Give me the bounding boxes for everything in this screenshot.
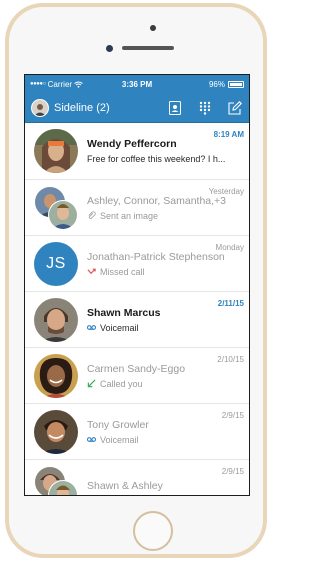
timestamp: 2/10/15 [217, 355, 244, 364]
message-preview: Voicemail [100, 434, 139, 445]
conversation-row[interactable]: JS Jonathan-Patrick Stephenson Missed ca… [25, 236, 249, 292]
message-preview: Called you [100, 378, 143, 389]
contacts-icon [169, 100, 181, 115]
conversation-row[interactable]: Ashley, Connor, Samantha,+3 Sent an imag… [25, 180, 249, 236]
avatar [34, 353, 78, 398]
group-avatar [34, 186, 78, 230]
timestamp: 8:19 AM [213, 130, 244, 139]
avatar [34, 297, 78, 342]
contact-name: Shawn & Ashley [87, 479, 163, 492]
voicemail-icon [87, 437, 96, 442]
timestamp: 2/9/15 [221, 467, 244, 476]
status-bar: ●●●●○ Carrier 3:36 PM 96% [25, 75, 249, 93]
profile-avatar[interactable] [31, 98, 49, 117]
timestamp: Monday [215, 243, 244, 252]
conversation-row[interactable]: Tony Growler Voicemail 2/9/15 [25, 404, 249, 460]
carrier-label: Carrier [47, 79, 73, 89]
wifi-icon [74, 81, 83, 88]
contacts-button[interactable] [167, 100, 183, 116]
message-preview: Missed call [100, 266, 145, 277]
battery-percent: 96% [208, 79, 225, 89]
initials-avatar: JS [34, 241, 78, 286]
compose-button[interactable] [227, 100, 243, 116]
timestamp: Yesterday [208, 187, 244, 196]
earpiece-speaker [122, 46, 174, 50]
contact-name: Jonathan-Patrick Stephenson [87, 250, 225, 263]
conversation-row[interactable]: Shawn & Ashley 2/9/15 [25, 460, 249, 495]
proximity-sensor [150, 25, 156, 31]
timestamp: 2/9/15 [221, 411, 244, 420]
conversation-row[interactable]: Shawn Marcus Voicemail 2/11/15 [25, 292, 249, 348]
compose-icon [228, 100, 242, 115]
contact-name: Ashley, Connor, Samantha,+3 [87, 194, 227, 207]
incoming-call-icon [87, 379, 96, 388]
contact-name: Carmen Sandy-Eggo [87, 362, 186, 375]
home-button[interactable] [133, 511, 173, 551]
dialpad-button[interactable] [197, 100, 213, 116]
front-camera [106, 45, 113, 52]
contact-name: Shawn Marcus [87, 306, 161, 319]
signal-strength-icon: ●●●●○ [30, 81, 46, 87]
contact-name: Tony Growler [87, 418, 149, 431]
message-preview: Sent an image [100, 210, 159, 221]
paperclip-icon [88, 211, 96, 220]
conversation-list: Wendy Peffercorn Free for coffee this we… [25, 123, 249, 495]
voicemail-icon [87, 325, 96, 330]
missed-call-icon [87, 268, 96, 275]
app-screen: ●●●●○ Carrier 3:36 PM 96% Sideline (2) W… [24, 74, 250, 496]
timestamp: 2/11/15 [217, 299, 244, 308]
avatar [34, 129, 78, 173]
dialpad-icon [199, 101, 211, 115]
message-preview: Voicemail [100, 322, 139, 333]
message-preview: Free for coffee this weekend? I h... [87, 154, 226, 164]
conversation-row[interactable]: Wendy Peffercorn Free for coffee this we… [25, 123, 249, 180]
contact-name: Wendy Peffercorn [87, 138, 177, 150]
conversation-row[interactable]: Carmen Sandy-Eggo Called you 2/10/15 [25, 348, 249, 404]
nav-title[interactable]: Sideline (2) [54, 102, 110, 114]
avatar [34, 409, 78, 454]
battery-icon [228, 80, 244, 88]
group-avatar [34, 466, 78, 495]
nav-bar: Sideline (2) [25, 93, 249, 123]
